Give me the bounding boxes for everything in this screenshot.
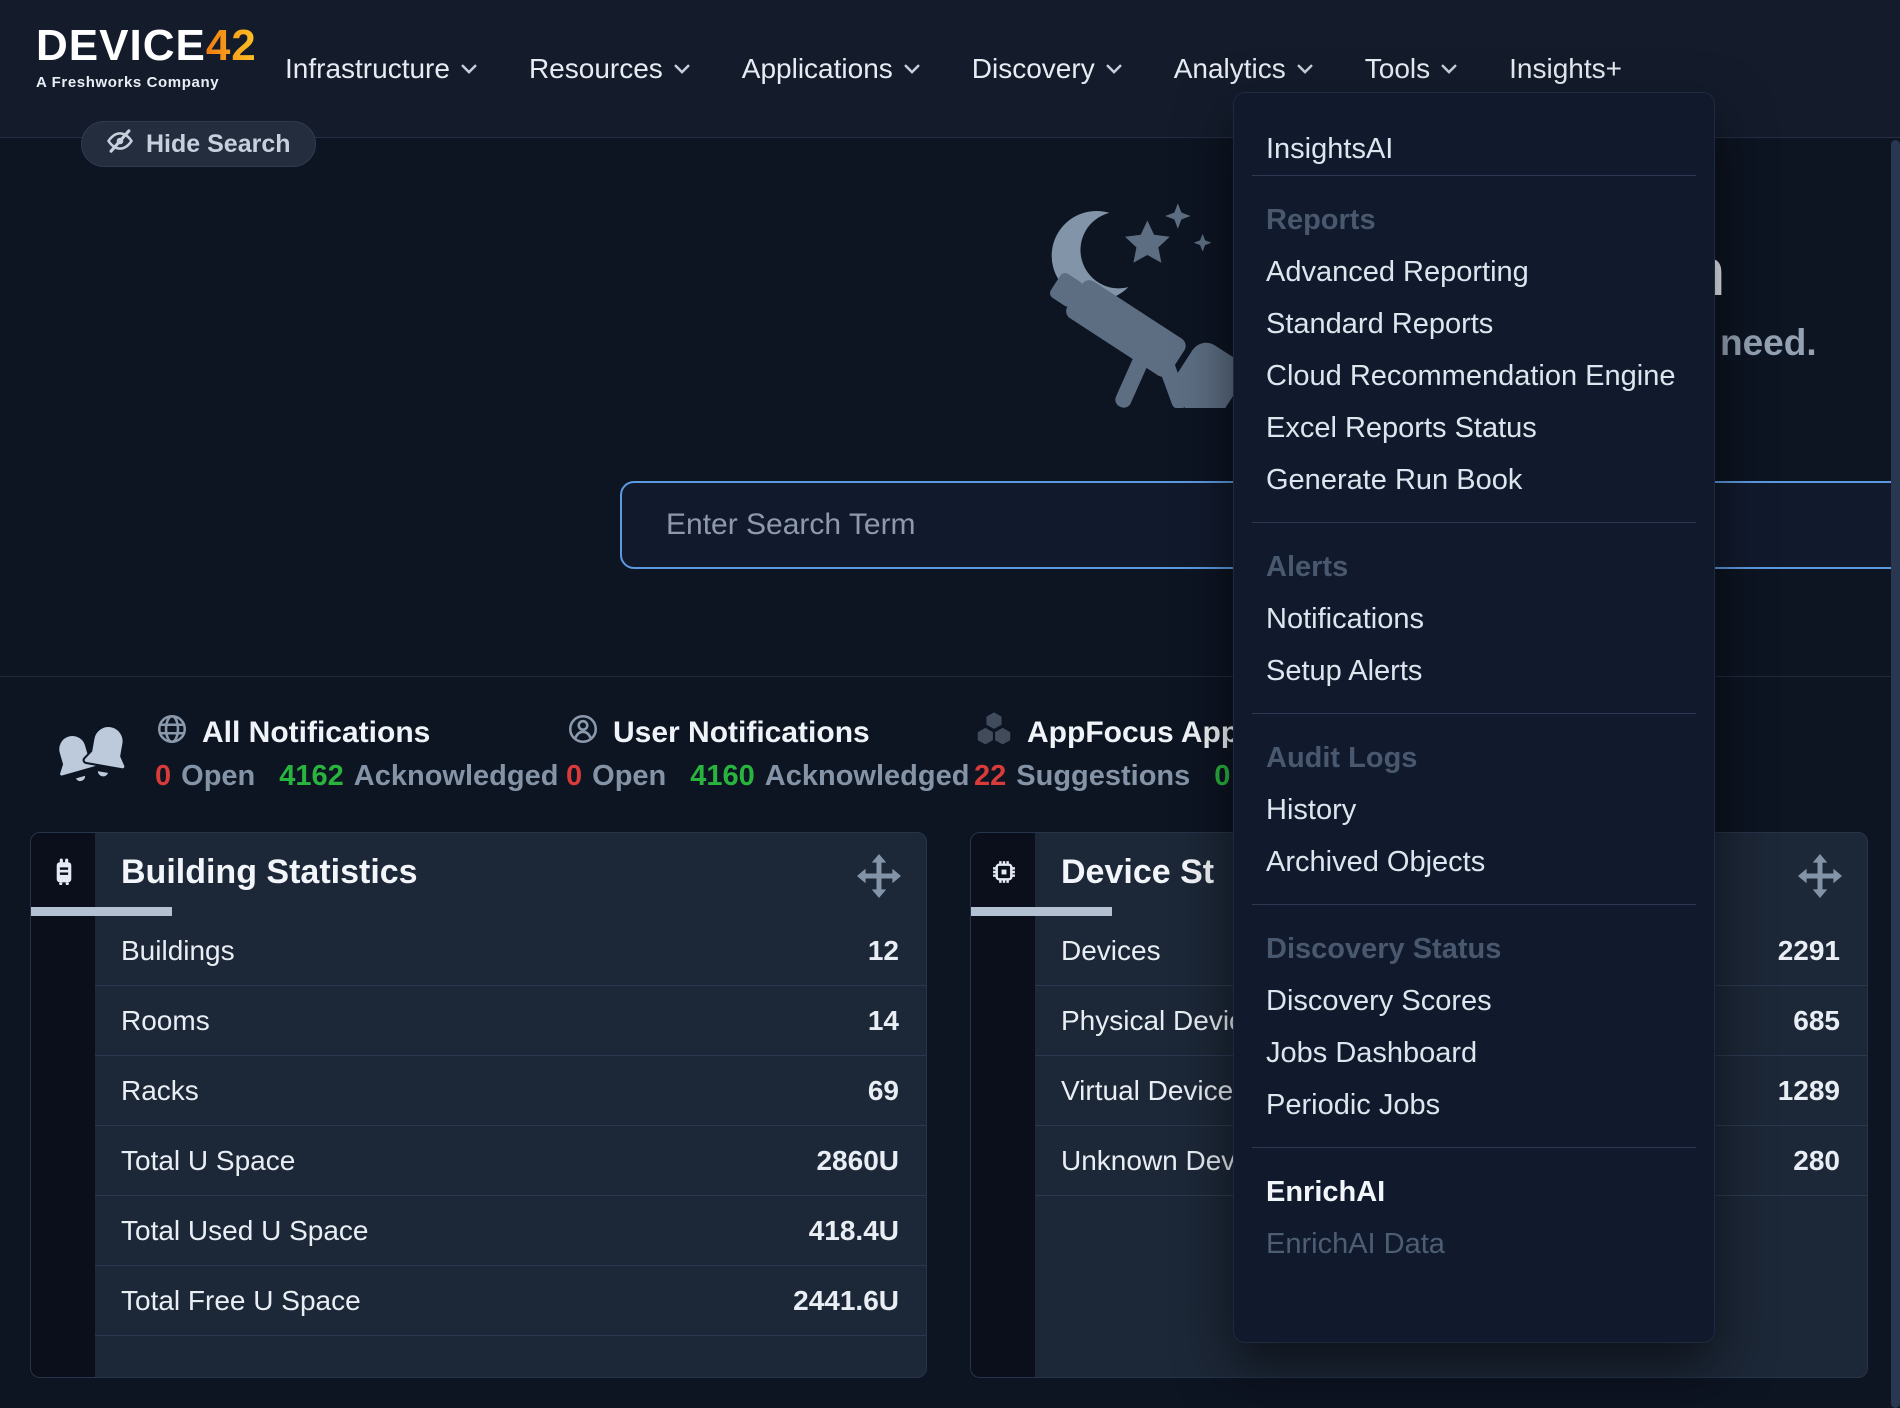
menu-header-discovery-status: Discovery Status <box>1234 923 1714 975</box>
sparkle-icon <box>1165 203 1190 228</box>
table-row[interactable]: Buildings12 <box>95 916 926 986</box>
menu-item-history[interactable]: History <box>1234 784 1714 836</box>
cubes-icon <box>974 709 1014 757</box>
menu-divider <box>1252 522 1696 523</box>
move-icon[interactable] <box>1797 853 1843 904</box>
sparkle-icon <box>1194 234 1212 252</box>
menu-item-standard-reports[interactable]: Standard Reports <box>1234 298 1714 350</box>
notification-group-title: User Notifications <box>613 716 870 750</box>
notification-counts: 0Open 4162Acknowledged <box>155 758 582 794</box>
chevron-down-icon <box>1441 64 1457 74</box>
card-title: Building Statistics <box>121 853 418 892</box>
table-row[interactable]: Total Used U Space418.4U <box>95 1196 926 1266</box>
telescope-illustration <box>1035 193 1235 413</box>
menu-divider <box>1252 904 1696 905</box>
menu-divider <box>1252 1147 1696 1148</box>
nav-insights-plus[interactable]: Insights+ <box>1509 53 1622 85</box>
eye-off-icon <box>106 127 134 162</box>
menu-item-excel-reports-status[interactable]: Excel Reports Status <box>1234 402 1714 454</box>
nav-infrastructure[interactable]: Infrastructure <box>285 53 477 85</box>
notification-group-title: All Notifications <box>202 716 430 750</box>
menu-divider <box>1252 713 1696 714</box>
menu-header-audit-logs: Audit Logs <box>1234 732 1714 784</box>
page-scrollbar[interactable] <box>1891 140 1900 1408</box>
menu-header-enrichai: EnrichAI <box>1234 1166 1714 1218</box>
menu-item-notifications[interactable]: Notifications <box>1234 593 1714 645</box>
menu-header-alerts: Alerts <box>1234 541 1714 593</box>
menu-item-setup-alerts[interactable]: Setup Alerts <box>1234 645 1714 697</box>
brand-logo[interactable]: DEVICE42 A Freshworks Company <box>36 24 257 91</box>
analytics-dropdown-menu: InsightsAI Reports Advanced Reporting St… <box>1233 92 1715 1343</box>
brand-tagline: A Freshworks Company <box>36 74 257 91</box>
hidden-subheading-fragment: need. <box>1720 324 1817 361</box>
chevron-down-icon <box>461 64 477 74</box>
menu-item-enrichai-data[interactable]: EnrichAI Data <box>1234 1218 1714 1270</box>
card-accent-bar <box>971 907 1112 916</box>
table-row[interactable]: Total U Space2860U <box>95 1126 926 1196</box>
nav-analytics[interactable]: Analytics <box>1174 53 1313 85</box>
menu-item-insightsai[interactable]: InsightsAI <box>1234 123 1714 175</box>
notifications-bell-icon <box>45 710 137 801</box>
menu-divider <box>1252 175 1696 176</box>
menu-item-advanced-reporting[interactable]: Advanced Reporting <box>1234 246 1714 298</box>
card-title: Device St <box>1061 853 1214 892</box>
chip-icon <box>987 855 1021 894</box>
menu-header-reports: Reports <box>1234 194 1714 246</box>
building-statistics-card: Building Statistics Buildings12 Rooms14 … <box>30 832 927 1378</box>
menu-item-cloud-recommendation-engine[interactable]: Cloud Recommendation Engine <box>1234 350 1714 402</box>
star-icon <box>1125 221 1170 263</box>
nav-tools[interactable]: Tools <box>1365 53 1457 85</box>
menu-item-periodic-jobs[interactable]: Periodic Jobs <box>1234 1079 1714 1131</box>
menu-item-jobs-dashboard[interactable]: Jobs Dashboard <box>1234 1027 1714 1079</box>
device42-dashboard: DEVICE42 A Freshworks Company Infrastruc… <box>0 0 1900 1408</box>
move-icon[interactable] <box>856 853 902 904</box>
nav-resources[interactable]: Resources <box>529 53 690 85</box>
user-icon <box>566 712 600 754</box>
menu-item-discovery-scores[interactable]: Discovery Scores <box>1234 975 1714 1027</box>
globe-icon <box>155 712 189 754</box>
user-notifications-summary[interactable]: User Notifications 0Open 4160Acknowledge… <box>566 714 993 794</box>
building-statistics-table: Buildings12 Rooms14 Racks69 Total U Spac… <box>95 916 926 1336</box>
nav-discovery[interactable]: Discovery <box>972 53 1122 85</box>
card-accent-bar <box>31 907 172 916</box>
chevron-down-icon <box>904 64 920 74</box>
notification-group-title: AppFocus App <box>1027 716 1239 750</box>
search-placeholder: Enter Search Term <box>666 483 916 567</box>
nav-applications[interactable]: Applications <box>742 53 920 85</box>
chevron-down-icon <box>1297 64 1313 74</box>
hide-search-button[interactable]: Hide Search <box>81 121 316 167</box>
building-icon <box>47 855 81 894</box>
table-row[interactable]: Racks69 <box>95 1056 926 1126</box>
notification-counts: 0Open 4160Acknowledged <box>566 758 993 794</box>
table-row[interactable]: Total Free U Space2441.6U <box>95 1266 926 1336</box>
all-notifications-summary[interactable]: All Notifications 0Open 4162Acknowledged <box>155 714 582 794</box>
table-row[interactable]: Rooms14 <box>95 986 926 1056</box>
chevron-down-icon <box>674 64 690 74</box>
chevron-down-icon <box>1106 64 1122 74</box>
brand-wordmark: DEVICE42 <box>36 24 257 68</box>
menu-item-generate-run-book[interactable]: Generate Run Book <box>1234 454 1714 506</box>
menu-item-archived-objects[interactable]: Archived Objects <box>1234 836 1714 888</box>
